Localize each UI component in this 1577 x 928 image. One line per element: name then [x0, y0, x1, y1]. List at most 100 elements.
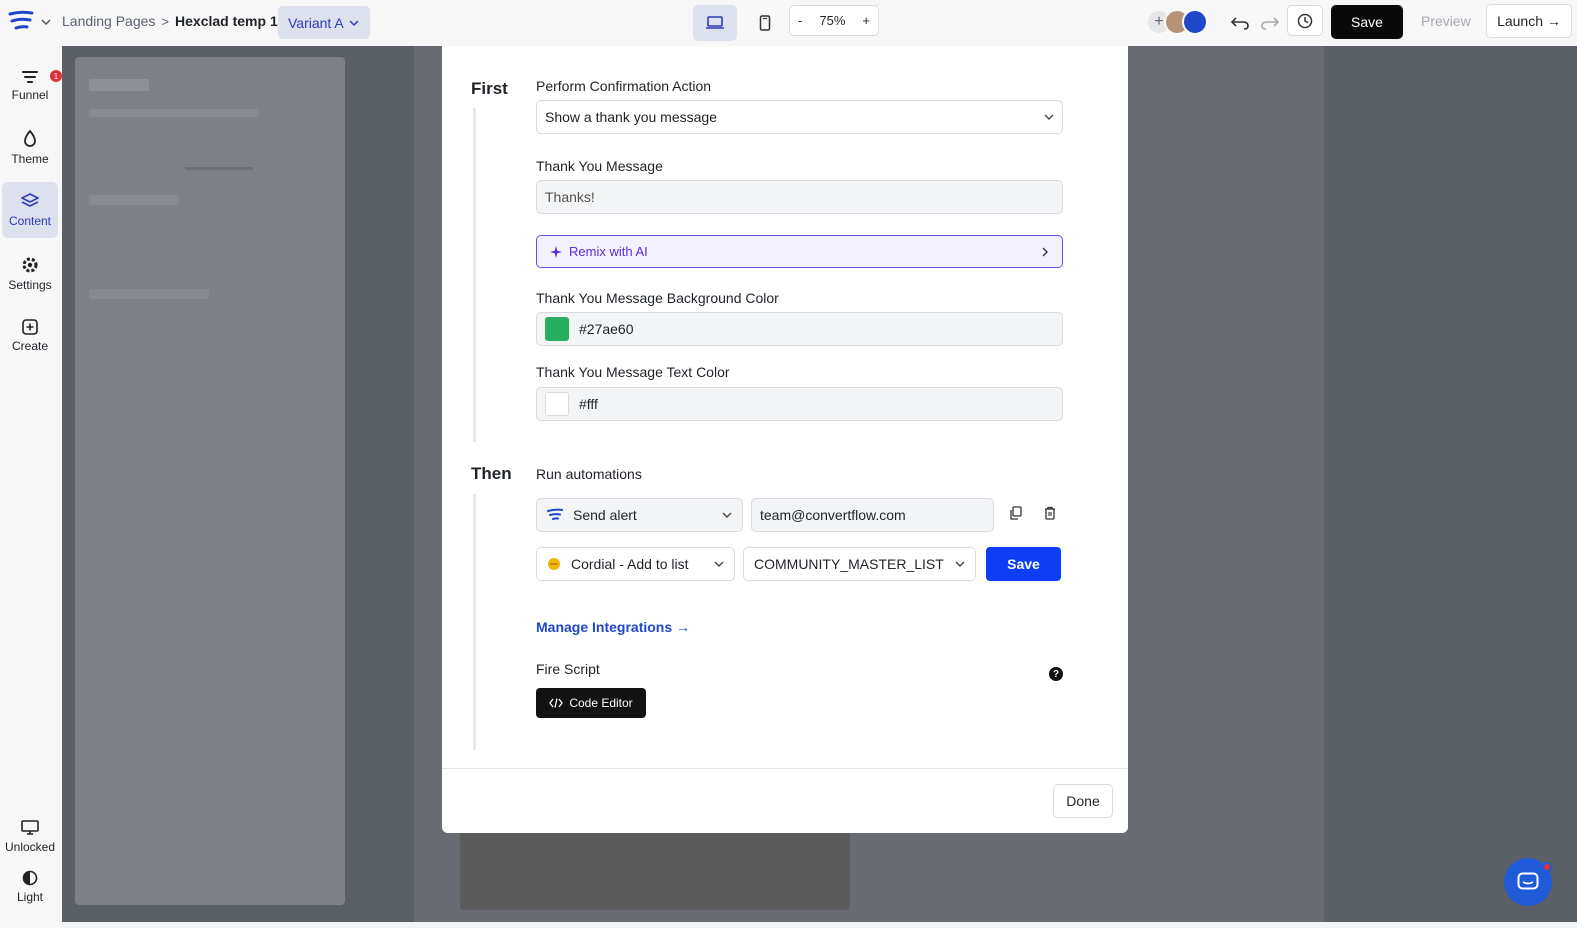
chevron-down-icon — [955, 561, 965, 567]
text-color-swatch[interactable] — [545, 392, 569, 416]
bg-color-swatch[interactable] — [545, 317, 569, 341]
zoom-control: - 75% + — [789, 5, 879, 36]
chevron-down-icon[interactable] — [40, 16, 52, 28]
code-icon — [549, 698, 564, 708]
step-connector — [473, 494, 476, 750]
chevron-down-icon — [349, 19, 359, 26]
cordial-icon — [548, 558, 560, 570]
chevron-down-icon — [714, 561, 724, 567]
text-color-value: #fff — [579, 396, 598, 412]
automation-1-action-select[interactable]: Send alert — [536, 498, 743, 532]
droplet-icon — [24, 130, 36, 147]
confirmation-action-value: Show a thank you message — [545, 109, 717, 125]
automation-1-email-input[interactable]: team@convertflow.com — [751, 498, 994, 532]
notification-badge: 1 — [50, 70, 62, 82]
rail-label-unlocked: Unlocked — [4, 840, 56, 854]
automation-2-list: COMMUNITY_MASTER_LIST — [754, 556, 944, 572]
breadcrumb-separator: > — [161, 13, 170, 29]
laptop-icon — [706, 16, 724, 29]
modal-footer-divider — [442, 768, 1128, 769]
rail-item-settings[interactable]: Settings — [2, 246, 58, 302]
zoom-out-button[interactable]: - — [798, 13, 802, 28]
rail-item-unlocked[interactable]: Unlocked — [2, 809, 58, 865]
thank-you-message-label: Thank You Message — [536, 158, 663, 174]
clock-icon — [1297, 13, 1313, 28]
variant-label: Variant A — [288, 14, 344, 31]
chevron-down-icon — [722, 512, 732, 518]
monitor-icon — [21, 820, 39, 835]
mobile-view-button[interactable] — [743, 5, 787, 41]
redo-icon — [1261, 17, 1279, 30]
trash-icon — [1045, 506, 1055, 520]
breadcrumb-landing-pages[interactable]: Landing Pages — [62, 13, 155, 29]
chevron-down-icon — [1044, 114, 1054, 120]
variant-dropdown[interactable]: Variant A — [278, 6, 370, 39]
rail-label-theme: Theme — [11, 152, 49, 166]
undo-button[interactable] — [1225, 8, 1255, 38]
launch-button[interactable]: Launch → — [1486, 4, 1572, 38]
automation-1-action: Send alert — [573, 507, 637, 523]
rail-label-settings: Settings — [8, 278, 52, 292]
chat-icon — [1517, 872, 1539, 890]
help-icon[interactable]: ? — [1049, 667, 1063, 681]
code-editor-label: Code Editor — [569, 696, 633, 710]
plus-square-icon — [22, 319, 38, 335]
step-connector — [473, 108, 476, 442]
done-button[interactable]: Done — [1053, 784, 1113, 818]
convertflow-logo-icon[interactable] — [8, 10, 34, 34]
collaborators: + — [1146, 9, 1210, 37]
rail-label-content: Content — [8, 214, 52, 228]
copy-icon — [1010, 506, 1022, 520]
confirmation-action-label: Perform Confirmation Action — [536, 78, 712, 94]
undo-icon — [1231, 17, 1249, 30]
chevron-right-icon — [1042, 247, 1048, 256]
save-automation-button[interactable]: Save — [986, 547, 1061, 581]
save-button[interactable]: Save — [1331, 5, 1403, 39]
thank-you-message-input[interactable]: Thanks! — [536, 180, 1063, 214]
remix-with-ai-button[interactable]: Remix with AI — [536, 235, 1063, 268]
confirmation-action-select[interactable]: Show a thank you message — [536, 100, 1063, 134]
chat-notification-dot — [1542, 862, 1552, 872]
run-automations-label: Run automations — [536, 466, 642, 482]
remix-label: Remix with AI — [569, 244, 648, 259]
rail-item-content[interactable]: Content — [2, 182, 58, 238]
text-color-label: Thank You Message Text Color — [536, 364, 730, 380]
duplicate-automation-button[interactable] — [1001, 498, 1031, 528]
page-title[interactable]: Hexclad temp 1 — [175, 13, 278, 29]
rail-item-theme[interactable]: Theme — [2, 120, 58, 176]
preview-button[interactable]: Preview — [1421, 13, 1471, 29]
automation-2-list-select[interactable]: COMMUNITY_MASTER_LIST — [743, 547, 976, 581]
phone-icon — [759, 15, 771, 31]
avatar-logo[interactable] — [1182, 9, 1208, 35]
automation-2-action-select[interactable]: Cordial - Add to list — [536, 547, 735, 581]
zoom-level: 75% — [819, 13, 846, 28]
bg-color-input[interactable]: #27ae60 — [536, 312, 1063, 346]
text-color-input[interactable]: #fff — [536, 387, 1063, 421]
top-bar: Landing Pages > Hexclad temp 1 Variant A… — [0, 0, 1577, 46]
rail-label-funnel: Funnel — [11, 88, 49, 102]
layers-icon — [21, 193, 39, 207]
breadcrumb: Landing Pages > Hexclad temp 1 — [62, 13, 278, 29]
desktop-view-button[interactable] — [693, 5, 737, 41]
rail-item-create[interactable]: Create — [2, 308, 58, 364]
rail-item-funnel[interactable]: Funnel 1 — [2, 58, 62, 114]
redo-button[interactable] — [1255, 8, 1285, 38]
left-rail: Funnel 1 Theme Content Settings Create U… — [0, 46, 62, 928]
zoom-in-button[interactable]: + — [862, 13, 870, 28]
fire-script-label: Fire Script — [536, 661, 600, 677]
rail-item-light[interactable]: Light — [2, 859, 58, 915]
rail-label-light: Light — [16, 890, 44, 904]
rail-label-create: Create — [11, 339, 49, 353]
history-button[interactable] — [1287, 5, 1323, 36]
form-side-panel — [75, 57, 345, 905]
funnel-icon — [22, 71, 38, 83]
automation-2-action: Cordial - Add to list — [571, 556, 689, 572]
code-editor-button[interactable]: Code Editor — [536, 688, 646, 718]
convertflow-icon — [547, 508, 563, 520]
delete-automation-button[interactable] — [1035, 498, 1065, 528]
step-first-label: First — [471, 79, 508, 98]
sparkle-icon — [550, 245, 562, 258]
bg-color-value: #27ae60 — [579, 321, 634, 337]
bg-color-label: Thank You Message Background Color — [536, 290, 779, 306]
manage-integrations-link[interactable]: Manage Integrations → — [536, 619, 690, 635]
